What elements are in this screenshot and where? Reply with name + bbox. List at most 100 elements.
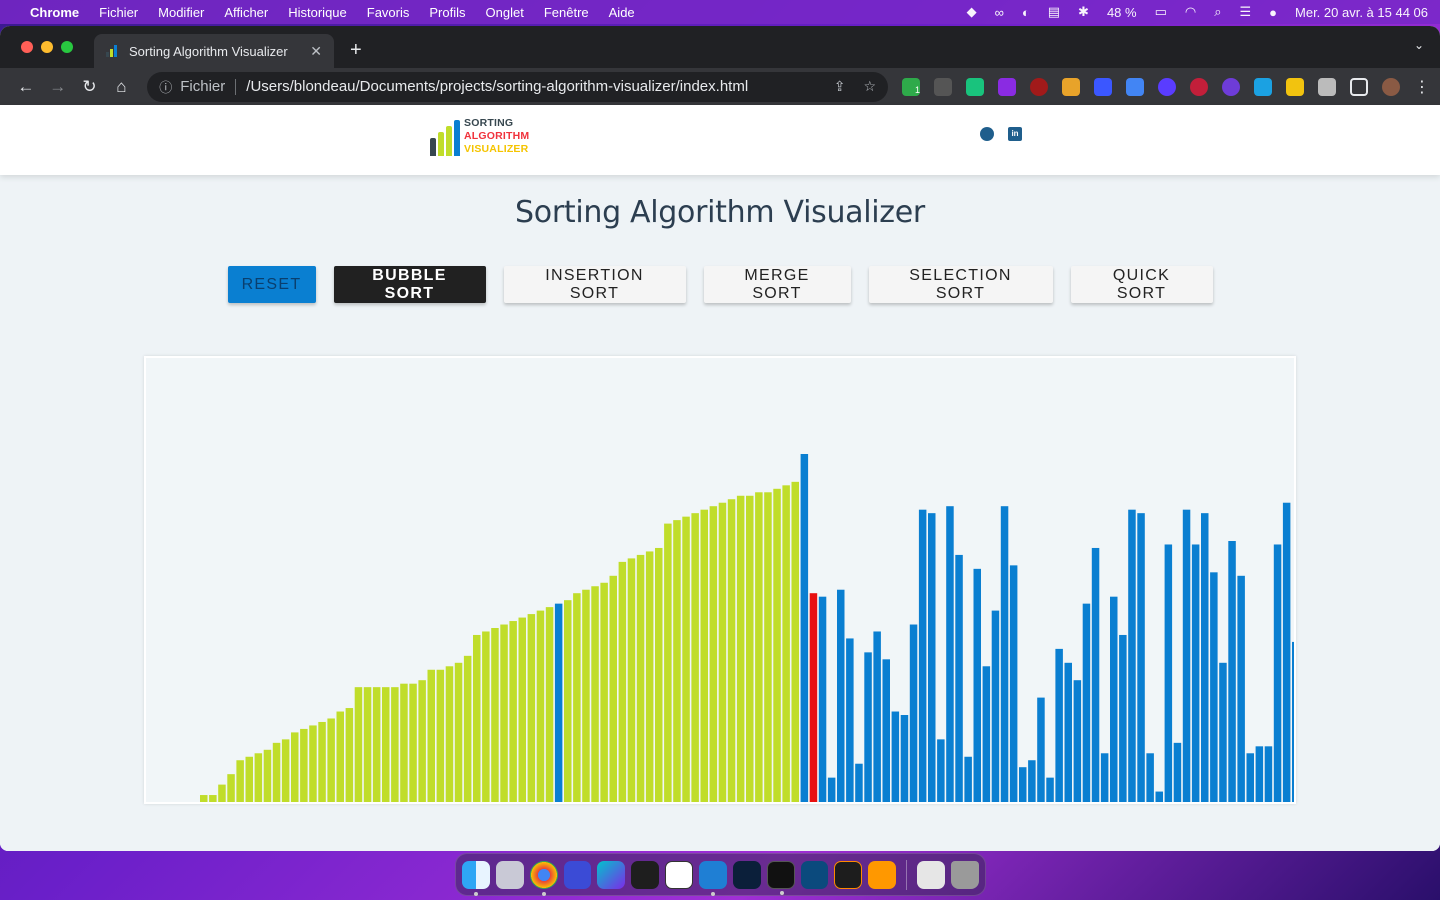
extension-compass-icon[interactable]: [1190, 77, 1208, 96]
canva-icon[interactable]: [597, 860, 626, 889]
home-icon[interactable]: ⌂: [105, 77, 137, 97]
layers-app-icon[interactable]: [563, 860, 592, 889]
bubble-sort-button[interactable]: BUBBLE SORT: [333, 266, 486, 303]
iterm-icon[interactable]: [834, 860, 863, 889]
url-text[interactable]: /Users/blondeau/Documents/projects/sorti…: [246, 78, 748, 95]
extensions-puzzle-icon[interactable]: [1318, 77, 1336, 96]
array-bar: [982, 666, 991, 802]
forward-arrow-icon[interactable]: →: [42, 77, 74, 97]
notion-icon[interactable]: [665, 860, 694, 889]
extension-layers-icon[interactable]: [1254, 77, 1272, 96]
extensions-area: 1: [902, 77, 1400, 96]
web-page: SORTING ALGORITHM VISUALIZER in Sorting …: [0, 105, 1440, 851]
array-bar: [200, 795, 208, 802]
wifi-icon[interactable]: ◠: [1185, 4, 1196, 20]
spotlight-search-icon[interactable]: ⌕: [1214, 4, 1221, 20]
finder-icon[interactable]: [462, 860, 490, 896]
array-bar: [573, 593, 581, 802]
github-icon[interactable]: [980, 127, 994, 141]
logo-wordmark: SORTING ALGORITHM VISUALIZER: [464, 117, 529, 156]
selection-sort-button[interactable]: SELECTION SORT: [868, 266, 1053, 303]
array-bar: [618, 561, 627, 802]
battery-icon[interactable]: ▭: [1155, 4, 1167, 20]
array-bar: [1009, 565, 1018, 802]
status-app-icon[interactable]: ◆: [967, 4, 977, 20]
array-bar: [1219, 662, 1227, 802]
bookmark-star-icon[interactable]: ☆: [863, 78, 876, 95]
merge-sort-button[interactable]: MERGE SORT: [703, 266, 851, 303]
address-bar[interactable]: ⓘ Fichier /Users/blondeau/Documents/proj…: [147, 71, 888, 102]
menu-onglet[interactable]: Onglet: [486, 5, 524, 20]
array-bar: [1255, 746, 1264, 802]
side-panel-icon[interactable]: [1350, 77, 1368, 96]
chrome-icon[interactable]: [529, 860, 558, 896]
figma-icon[interactable]: [631, 860, 660, 889]
extension-bird-icon[interactable]: [966, 77, 984, 96]
array-bar: [773, 488, 781, 802]
back-arrow-icon[interactable]: ←: [10, 77, 42, 97]
array-bar: [591, 586, 599, 802]
glasses-icon[interactable]: ∞: [995, 5, 1004, 20]
menu-app-name[interactable]: Chrome: [30, 5, 79, 20]
menu-modifier[interactable]: Modifier: [158, 5, 204, 20]
extension-translate-icon[interactable]: [1126, 77, 1144, 96]
menubar-clock[interactable]: Mer. 20 avr. à 15 44 06: [1295, 5, 1428, 20]
music-document-icon[interactable]: [917, 860, 946, 889]
menu-profils[interactable]: Profils: [429, 5, 465, 20]
array-bar: [218, 784, 226, 802]
close-window-button[interactable]: [21, 41, 33, 53]
terminal-icon[interactable]: [766, 860, 795, 895]
extension-face-icon[interactable]: [1158, 77, 1176, 96]
siri-icon[interactable]: ●: [1269, 5, 1277, 20]
array-bar: [809, 593, 818, 802]
extension-pen-icon[interactable]: [934, 77, 952, 96]
share-icon[interactable]: ⇪: [834, 78, 846, 95]
site-info-icon[interactable]: ⓘ: [159, 77, 172, 96]
new-tab-button[interactable]: +: [350, 39, 362, 62]
control-center-icon[interactable]: ☰: [1240, 4, 1252, 20]
extension-red-circle-icon[interactable]: [1030, 77, 1048, 96]
menu-favoris[interactable]: Favoris: [367, 5, 410, 20]
extension-palette-icon[interactable]: [1286, 77, 1304, 96]
menu-afficher[interactable]: Afficher: [224, 5, 268, 20]
profile-avatar[interactable]: [1382, 77, 1400, 96]
quick-sort-button[interactable]: QUICK SORT: [1070, 266, 1213, 303]
toggle-icon[interactable]: ◐: [1022, 5, 1030, 20]
reset-button[interactable]: RESET: [227, 266, 316, 303]
extension-gear-icon[interactable]: [1222, 77, 1240, 96]
array-bar: [873, 631, 881, 802]
array-bar: [473, 634, 481, 802]
array-bar: [691, 513, 699, 802]
menu-historique[interactable]: Historique: [288, 5, 347, 20]
array-bar: [673, 520, 681, 802]
keyboard-icon[interactable]: ▤: [1048, 4, 1060, 20]
window-app-icon[interactable]: [800, 860, 829, 889]
extension-braces-icon[interactable]: [998, 77, 1016, 96]
tab-search-chevron-down-icon[interactable]: ⌄: [1414, 38, 1424, 52]
extension-badge-icon[interactable]: 1: [902, 77, 920, 96]
array-bar: [418, 680, 426, 802]
browser-tab-active[interactable]: Sorting Algorithm Visualizer ✕: [94, 34, 334, 68]
insertion-sort-button[interactable]: INSERTION SORT: [503, 266, 686, 303]
menu-aide[interactable]: Aide: [609, 5, 635, 20]
launchpad-icon[interactable]: [495, 860, 524, 889]
vscode-icon[interactable]: [699, 860, 727, 896]
close-tab-icon[interactable]: ✕: [310, 43, 322, 60]
menu-fenetre[interactable]: Fenêtre: [544, 5, 589, 20]
minimize-window-button[interactable]: [41, 41, 53, 53]
sublime-text-icon[interactable]: [868, 860, 897, 889]
extension-colorwheel-icon[interactable]: [1062, 77, 1080, 96]
linkedin-icon[interactable]: in: [1008, 127, 1022, 141]
trash-icon[interactable]: [951, 860, 979, 889]
bluetooth-icon[interactable]: ✱: [1078, 4, 1089, 20]
browser-menu-kebab-icon[interactable]: ⋮: [1414, 77, 1430, 97]
zoom-window-button[interactable]: [61, 41, 73, 53]
battery-label[interactable]: 48 %: [1107, 5, 1137, 20]
reload-icon[interactable]: ↻: [74, 77, 106, 97]
site-logo[interactable]: SORTING ALGORITHM VISUALIZER: [430, 117, 529, 156]
array-bar: [345, 708, 354, 802]
array-bar: [545, 607, 554, 802]
menu-fichier[interactable]: Fichier: [99, 5, 138, 20]
extension-link-icon[interactable]: [1094, 77, 1112, 96]
wave-app-icon[interactable]: [732, 860, 761, 889]
